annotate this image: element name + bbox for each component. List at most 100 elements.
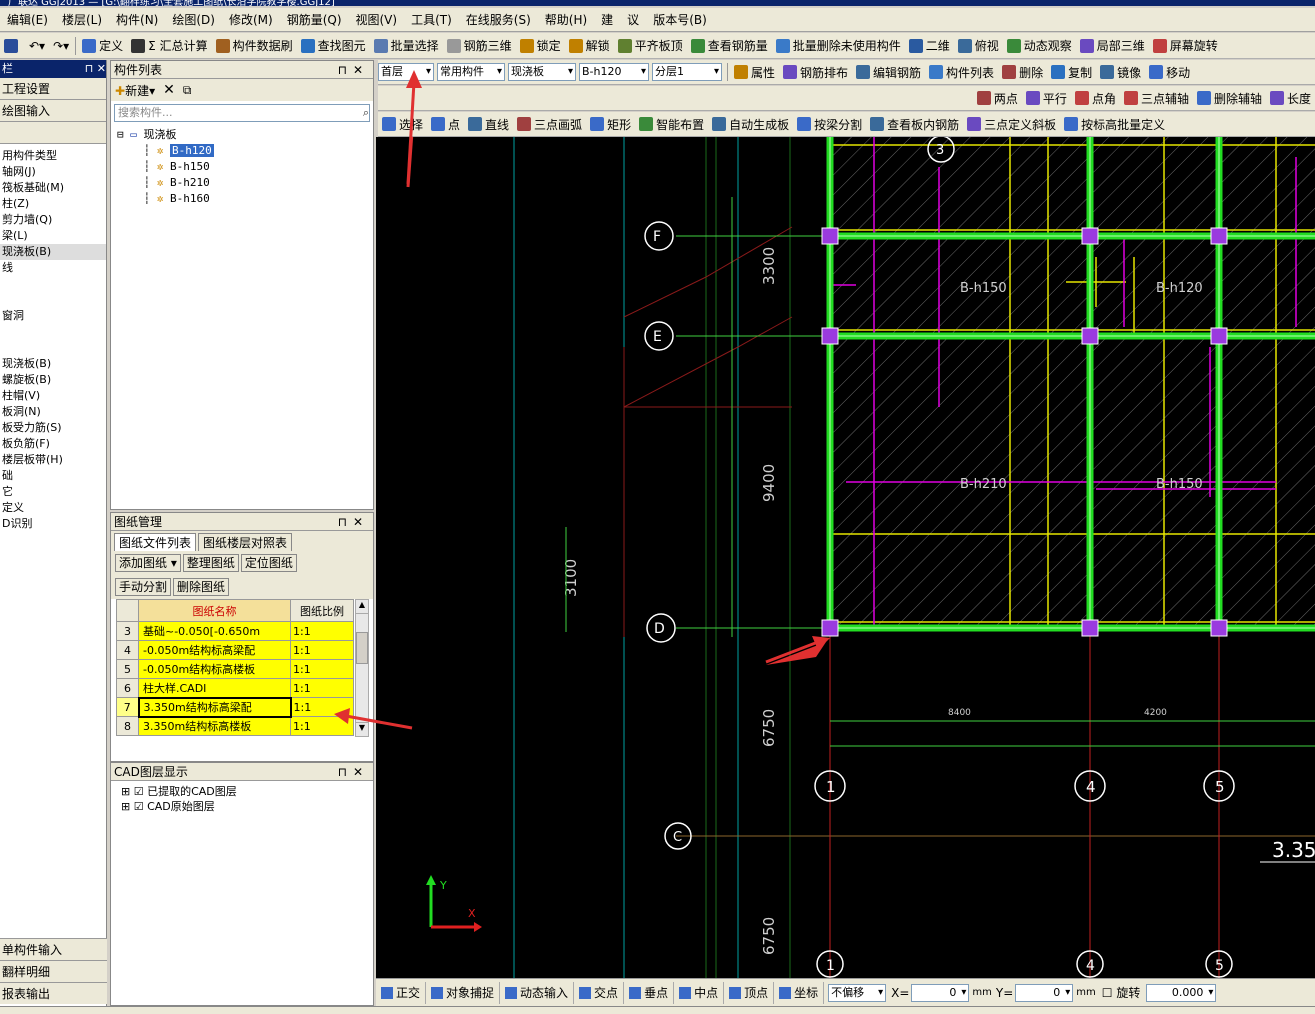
offset-select[interactable]: 不偏移 [828,983,887,1002]
redo-icon[interactable]: ↷▾ [49,35,73,57]
drawing-scale[interactable]: 1:1 [290,640,354,660]
menu-item[interactable]: 议 [620,11,646,28]
module-nav-item[interactable]: 现浇板(B) [0,356,106,372]
search-icon[interactable]: ⌕ [363,105,369,121]
status-toggle[interactable]: 正交 [376,981,427,1004]
drawing-name[interactable]: 3.350m结构标高楼板 [138,716,291,736]
nav-drawing-input[interactable]: 绘图输入 [0,100,106,122]
draw-tool-button[interactable]: 按标高批量定义 [1060,113,1169,135]
toolbar-button[interactable]: 构件数据刷 [212,35,297,57]
drawing-scale[interactable]: 1:1 [290,659,354,679]
draw-tool-button[interactable]: 编辑钢筋 [852,61,925,83]
y-input[interactable]: 0 [1015,983,1074,1002]
module-nav-item[interactable] [0,340,106,356]
drawing-scale[interactable]: 1:1 [290,621,354,641]
tab-drawing-files[interactable]: 图纸文件列表 [114,533,197,551]
toolbar-button[interactable]: 二维 [905,35,954,57]
tree-item[interactable]: ┆ ✲ B-h120 [117,143,373,159]
layer-extracted[interactable]: ⊞ ☑ 已提取的CAD图层 [121,783,373,798]
toolbar-button[interactable]: 查找图元 [297,35,370,57]
status-toggle[interactable]: 顶点 [724,981,775,1004]
menu-item[interactable]: 版本号(B) [646,11,714,28]
drawing-scale[interactable]: 1:1 [290,716,354,736]
toolbar-button[interactable]: 俯视 [954,35,1003,57]
draw-tool-button[interactable]: 镜像 [1096,61,1145,83]
menu-item[interactable]: 修改(M) [222,11,280,28]
module-nav-item[interactable]: 窗洞 [0,308,106,324]
draw-tool-button[interactable]: 删除 [998,61,1047,83]
drawing-name[interactable]: 柱大样.CADI [138,678,291,698]
angle-input[interactable]: 0.000 [1146,983,1217,1002]
toolbar-button[interactable]: 局部三维 [1076,35,1149,57]
status-toggle[interactable]: 动态输入 [500,981,575,1004]
toolbar-button[interactable]: 解锁 [565,35,614,57]
draw-tool-button[interactable]: 点角 [1071,87,1120,109]
toolbar-button[interactable]: 锁定 [516,35,565,57]
toolbar-button[interactable]: 平齐板顶 [614,35,687,57]
toolbar-button[interactable]: Σ 汇总计算 [127,35,211,57]
draw-tool-button[interactable]: 三点画弧 [513,113,586,135]
draw-tool-button[interactable]: 属性 [730,61,779,83]
module-nav-item[interactable]: 板受力筋(S) [0,420,106,436]
draw-tool-button[interactable]: 长度 [1266,87,1315,109]
layer-select[interactable]: 分层1 [652,63,722,81]
rotate-checkbox[interactable]: ☐ 旋转 [1102,984,1141,1001]
drawing-name[interactable]: 3.350m结构标高梁配 [137,696,292,718]
draw-tool-button[interactable]: 两点 [973,87,1022,109]
table-row[interactable]: 5 -0.050m结构标高楼板 1:1 [116,659,354,679]
draw-tool-button[interactable]: 智能布置 [635,113,708,135]
drawing-name[interactable]: 基础~-0.050[-0.650m [138,621,291,641]
drawing-name[interactable]: -0.050m结构标高梁配 [138,640,291,660]
draw-tool-button[interactable]: 移动 [1145,61,1194,83]
save-icon[interactable] [0,35,25,57]
module-nav-item[interactable]: D识别 [0,516,106,532]
new-component-button[interactable]: ✚新建▾ [115,82,155,99]
draw-tool-button[interactable]: 自动生成板 [708,113,793,135]
module-nav-item[interactable]: 筏板基础(M) [0,180,106,196]
nav-project-settings[interactable]: 工程设置 [0,78,106,100]
toolbar-button[interactable]: 动态观察 [1003,35,1076,57]
module-nav-item[interactable]: 梁(L) [0,228,106,244]
tree-item[interactable]: ┆ ✲ B-h160 [117,191,373,207]
nav-report[interactable]: 报表输出 [0,982,107,1004]
organize-drawing-button[interactable]: 整理图纸 [182,554,239,572]
draw-tool-button[interactable]: 直线 [464,113,513,135]
module-nav-item[interactable]: 础 [0,468,106,484]
table-row[interactable]: 3 基础~-0.050[-0.650m 1:1 [116,621,354,641]
manual-split-button[interactable]: 手动分割 [115,578,172,596]
panel-controls[interactable]: ⊓✕ [338,763,373,780]
module-nav-item[interactable]: 板负筋(F) [0,436,106,452]
panel-controls[interactable]: ⊓✕ [338,513,373,530]
draw-tool-button[interactable]: 按梁分割 [793,113,866,135]
layer-original[interactable]: ⊞ ☑ CAD原始图层 [121,798,373,813]
module-nav-item[interactable]: 用构件类型 [0,148,106,164]
delete-drawing-button[interactable]: 删除图纸 [173,578,230,596]
toolbar-button[interactable]: 定义 [78,35,127,57]
tree-item[interactable]: ┆ ✲ B-h210 [117,175,373,191]
menu-item[interactable]: 在线服务(S) [459,11,538,28]
draw-tool-button[interactable]: 三点定义斜板 [963,113,1060,135]
undo-icon[interactable]: ↶▾ [25,35,49,57]
type-select[interactable]: 常用构件 [437,63,505,81]
module-nav-item[interactable]: 轴网(J) [0,164,106,180]
module-nav-item[interactable] [0,276,106,292]
draw-tool-button[interactable]: 复制 [1047,61,1096,83]
nav-single-input[interactable]: 单构件输入 [0,938,107,960]
drawing-scale[interactable]: 1:1 [290,678,354,698]
col-drawing-scale[interactable]: 图纸比例 [290,599,354,622]
table-row[interactable]: 6 柱大样.CADI 1:1 [116,678,354,698]
menu-item[interactable]: 视图(V) [349,11,405,28]
menu-item[interactable]: 帮助(H) [538,11,594,28]
menu-item[interactable]: 绘图(D) [165,11,222,28]
module-nav-item[interactable]: 楼层板带(H) [0,452,106,468]
status-toggle[interactable]: 中点 [674,981,725,1004]
draw-tool-button[interactable]: 选择 [378,113,427,135]
status-toggle[interactable]: 对象捕捉 [426,981,501,1004]
module-nav-item[interactable]: 柱(Z) [0,196,106,212]
table-row[interactable]: 7 3.350m结构标高梁配 1:1 [116,696,354,718]
draw-tool-button[interactable]: 平行 [1022,87,1071,109]
menu-item[interactable]: 钢筋量(Q) [280,11,349,28]
status-toggle[interactable]: 交点 [574,981,625,1004]
category-select[interactable]: 现浇板 [508,63,576,81]
draw-tool-button[interactable]: 查看板内钢筋 [866,113,963,135]
